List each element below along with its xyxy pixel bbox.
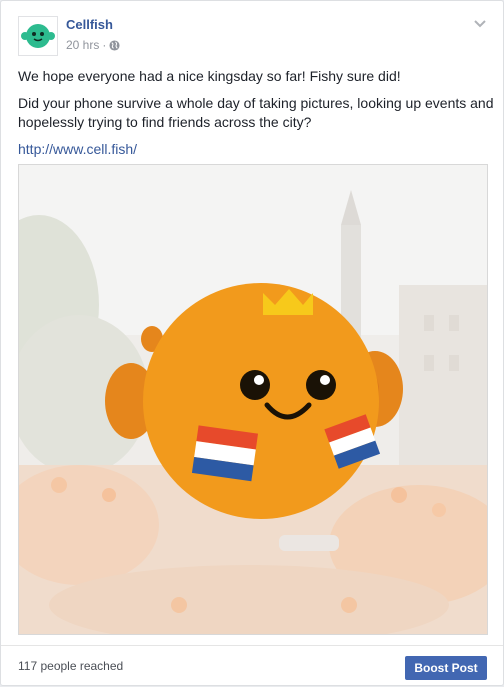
post-paragraph-2: Did your phone survive a whole day of ta… (18, 95, 494, 130)
post-text: We hope everyone had a nice kingsday so … (18, 67, 494, 159)
post-timestamp[interactable]: 20 hrs (66, 38, 99, 52)
meta-separator: · (102, 38, 107, 52)
post-card: Cellfish 20 hrs · We hope everyone had a… (0, 0, 504, 686)
boost-post-button[interactable]: Boost Post (405, 656, 487, 680)
post-link[interactable]: http://www.cell.fish/ (18, 140, 494, 159)
kingsday-mascot-image (19, 165, 487, 634)
post-paragraph-1: We hope everyone had a nice kingsday so … (18, 68, 401, 84)
post-image[interactable] (18, 164, 488, 635)
post-header: Cellfish 20 hrs · (18, 16, 491, 56)
post-meta: 20 hrs · (66, 38, 120, 52)
avatar[interactable] (18, 16, 58, 56)
cellfish-logo-icon (21, 24, 55, 48)
globe-icon[interactable] (109, 39, 120, 51)
people-reached[interactable]: 117 people reached (18, 659, 123, 673)
post-footer: 117 people reached Boost Post (1, 645, 503, 687)
chevron-down-icon[interactable] (473, 18, 487, 30)
page-name[interactable]: Cellfish (66, 17, 113, 32)
